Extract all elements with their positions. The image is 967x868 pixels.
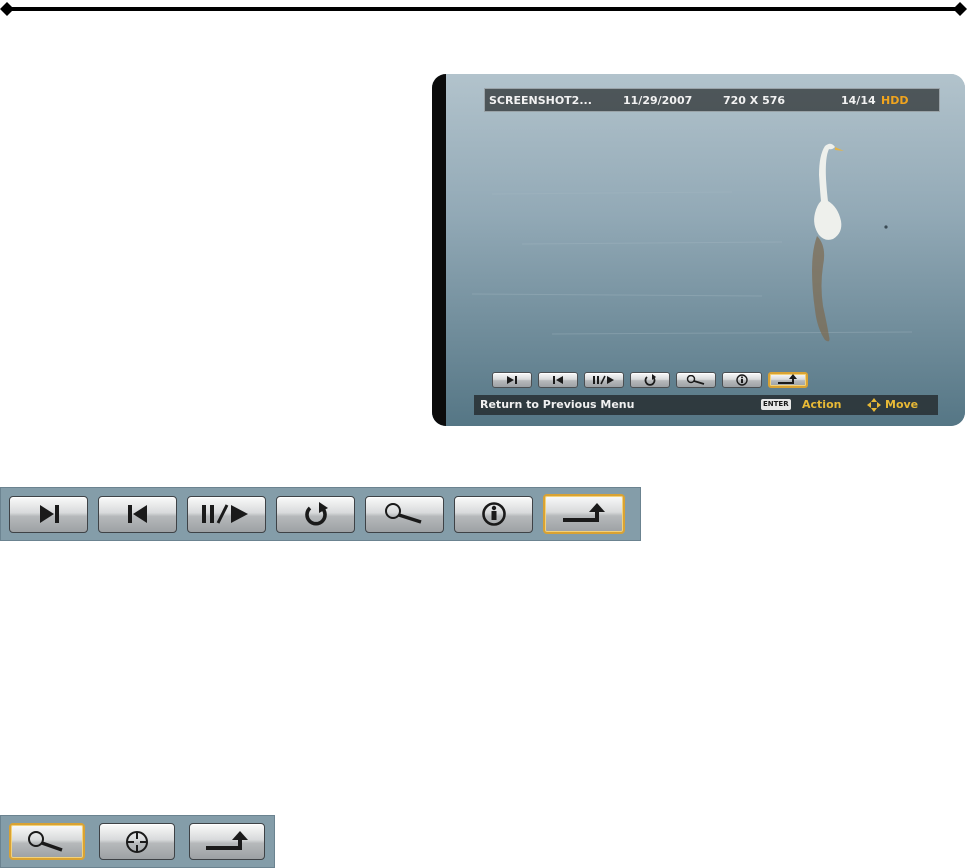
return-button[interactable] (189, 823, 265, 860)
pan-button[interactable] (99, 823, 175, 860)
next-track-icon (39, 505, 59, 523)
status-hint: Return to Previous Menu (480, 398, 635, 411)
next-button[interactable] (9, 495, 88, 533)
previous-button[interactable] (538, 372, 578, 388)
move-arrows-icon (867, 398, 881, 412)
previous-track-icon (127, 505, 147, 523)
info-icon (481, 502, 506, 526)
control-strip-large (0, 487, 641, 541)
status-bar: Return to Previous Menu ENTER Action Mov… (474, 395, 938, 415)
rotate-button[interactable] (630, 372, 670, 388)
magnifier-icon (686, 375, 705, 385)
return-arrow-icon (206, 830, 248, 850)
file-resolution: 720 X 576 (723, 93, 786, 107)
pause-play-button[interactable] (187, 495, 266, 533)
zoom-button[interactable] (365, 495, 444, 533)
next-track-icon (507, 376, 517, 384)
enter-key-badge: ENTER (761, 399, 791, 410)
info-button[interactable] (454, 495, 533, 533)
osd-control-bar (492, 372, 808, 388)
previous-track-icon (553, 376, 563, 384)
return-button[interactable] (543, 494, 625, 534)
tv-bezel (432, 74, 446, 426)
info-button[interactable] (722, 372, 762, 388)
action-label: Action (802, 398, 842, 411)
rotate-icon (304, 502, 328, 526)
next-button[interactable] (492, 372, 532, 388)
file-count: 14/14 (841, 93, 876, 107)
return-arrow-icon (563, 503, 605, 522)
move-label: Move (885, 398, 919, 411)
rotate-icon (644, 374, 656, 386)
pause-play-button[interactable] (584, 372, 624, 388)
top-divider (0, 2, 967, 16)
magnifier-icon (28, 830, 63, 852)
crosshair-icon (126, 830, 148, 853)
info-icon (736, 374, 748, 386)
control-strip-zoom (0, 815, 275, 868)
magnifier-icon (384, 503, 422, 524)
info-bar: SCREENSHOT2... 11/29/2007 720 X 576 14/1… (484, 88, 940, 112)
previous-button[interactable] (98, 495, 177, 533)
file-name: SCREENSHOT2... (489, 93, 592, 107)
return-arrow-icon (778, 374, 797, 384)
source-label: HDD (881, 93, 909, 107)
return-button[interactable] (768, 372, 808, 388)
zoom-button[interactable] (9, 823, 85, 860)
tv-screen: SCREENSHOT2... 11/29/2007 720 X 576 14/1… (432, 74, 965, 426)
zoom-button[interactable] (676, 372, 716, 388)
pause-play-icon (593, 375, 614, 385)
file-date: 11/29/2007 (623, 93, 693, 107)
pause-play-icon (201, 504, 248, 524)
rotate-button[interactable] (276, 495, 355, 533)
